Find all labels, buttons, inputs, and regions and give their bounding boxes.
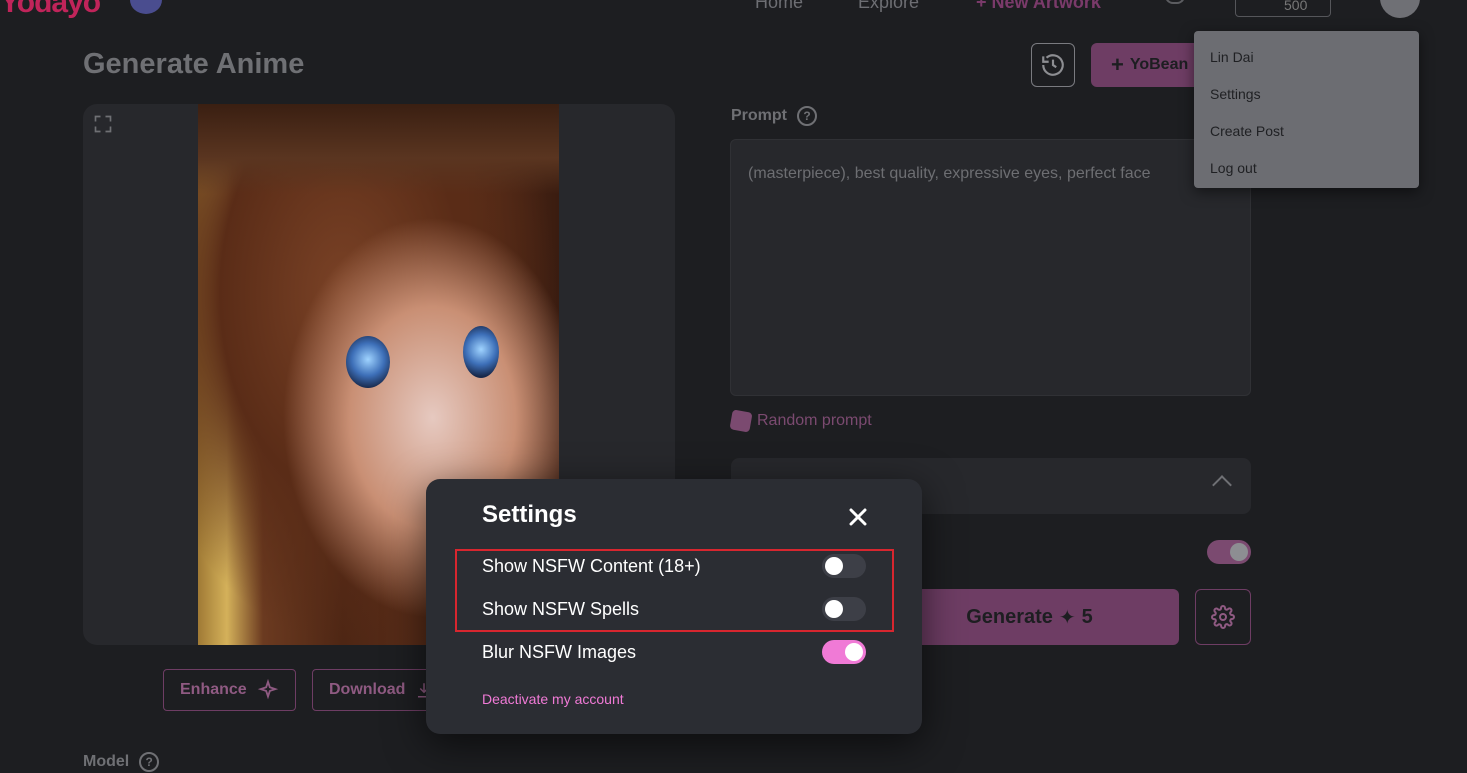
bean-icon: ✦	[1058, 606, 1076, 629]
chevron-up-icon[interactable]	[1212, 475, 1232, 495]
credits-count: 500	[1284, 0, 1308, 13]
bell-icon[interactable]	[1165, 0, 1185, 4]
dropdown-item-create-post[interactable]: Create Post	[1194, 112, 1419, 149]
modal-title: Settings	[482, 501, 577, 528]
enhance-button[interactable]: Enhance	[163, 669, 296, 711]
avatar[interactable]	[1380, 0, 1420, 18]
yobean-button[interactable]: + YoBean	[1091, 43, 1211, 87]
discord-icon[interactable]	[130, 0, 162, 14]
toggle-knob	[845, 643, 863, 661]
background-toggle[interactable]	[1207, 540, 1251, 564]
model-label: Model	[83, 753, 130, 770]
download-label: Download	[329, 681, 406, 698]
close-icon[interactable]	[846, 505, 870, 529]
generate-button[interactable]: Generate ✦ 5	[880, 589, 1179, 645]
settings-modal: Settings Show NSFW Content (18+) Show NS…	[426, 479, 922, 734]
artwork-eye-left	[346, 336, 390, 388]
toggle-knob	[825, 600, 843, 618]
deactivate-account-link[interactable]: Deactivate my account	[482, 691, 624, 707]
page-title: Generate Anime	[83, 48, 305, 80]
generation-settings-button[interactable]	[1195, 589, 1251, 645]
logo[interactable]: Yodayo	[0, 0, 101, 20]
gear-icon	[1211, 605, 1235, 629]
help-icon[interactable]: ?	[797, 106, 817, 126]
prompt-label: Prompt	[731, 107, 787, 124]
setting-label: Show NSFW Content (18+)	[482, 555, 701, 576]
generate-cost: 5	[1081, 605, 1093, 628]
dropdown-item-logout[interactable]: Log out	[1194, 149, 1419, 186]
top-nav: Yodayo Home Explore + New Artwork 500	[0, 0, 1467, 20]
artwork-eye-right	[463, 326, 499, 378]
credits-button[interactable]: 500	[1235, 0, 1331, 17]
nsfw-spells-toggle[interactable]	[822, 597, 866, 621]
setting-label: Blur NSFW Images	[482, 641, 637, 662]
dropdown-item-settings[interactable]: Settings	[1194, 75, 1419, 112]
user-dropdown-menu: Lin Dai Settings Create Post Log out	[1194, 31, 1419, 188]
prompt-section-label: Prompt ?	[731, 106, 817, 126]
history-icon	[1042, 54, 1064, 76]
model-section-label: Model ?	[83, 752, 160, 772]
setting-row-nsfw-content: Show NSFW Content (18+)	[482, 553, 866, 579]
random-prompt-label: Random prompt	[757, 412, 872, 429]
nav-explore-link[interactable]: Explore	[858, 0, 919, 13]
nsfw-content-toggle[interactable]	[822, 554, 866, 578]
setting-row-blur-nsfw: Blur NSFW Images	[482, 639, 866, 665]
expand-icon[interactable]	[93, 114, 113, 139]
yobean-label: YoBean	[1129, 56, 1189, 73]
enhance-label: Enhance	[180, 681, 247, 698]
artwork-window-frame	[198, 104, 559, 194]
help-icon[interactable]: ?	[139, 752, 160, 772]
prompt-textarea[interactable]: (masterpiece), best quality, expressive …	[730, 139, 1251, 396]
sparkle-icon	[257, 679, 278, 700]
history-button[interactable]	[1031, 43, 1075, 87]
setting-row-nsfw-spells: Show NSFW Spells	[482, 596, 866, 622]
dice-icon	[729, 409, 753, 433]
toggle-knob	[825, 557, 843, 575]
nav-new-artwork-link[interactable]: + New Artwork	[976, 0, 1101, 13]
random-prompt-button[interactable]: Random prompt	[729, 409, 872, 433]
nav-home-link[interactable]: Home	[755, 0, 803, 13]
plus-icon: +	[1111, 52, 1124, 77]
blur-nsfw-toggle[interactable]	[822, 640, 866, 664]
dropdown-item-profile[interactable]: Lin Dai	[1194, 38, 1419, 75]
generate-label: Generate	[966, 605, 1053, 628]
setting-label: Show NSFW Spells	[482, 598, 640, 619]
nav-new-artwork-label: New Artwork	[991, 0, 1101, 12]
